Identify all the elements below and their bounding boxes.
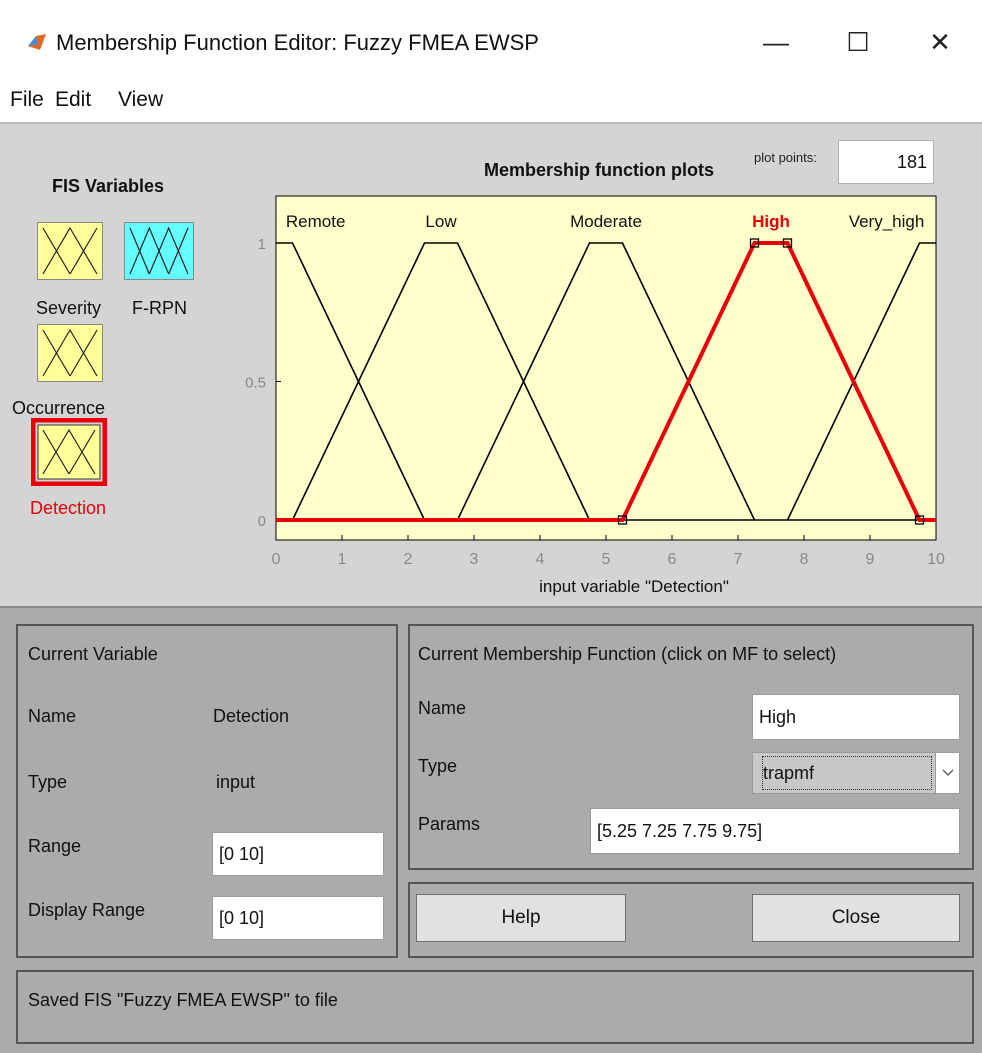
y-tick-label: 1 [258,236,266,253]
display-range-label: Display Range [28,900,146,920]
x-tick-label: 7 [734,551,743,568]
mf-type-label: Type [418,756,458,776]
close-button[interactable]: Close [752,894,960,942]
dropdown-arrow-button[interactable] [935,753,959,793]
variable-name-label: Name [28,706,77,726]
mf-label-very-high: Very_high [849,212,925,231]
variable-name-value: Detection [213,706,290,726]
mf-name-input[interactable]: High [752,694,960,740]
plot-area [275,195,937,541]
variable-type-label: Type [28,772,68,792]
variable-type-value: input [216,772,256,792]
x-tick-label: 10 [927,551,945,568]
x-tick-label: 2 [404,551,413,568]
mf-name-label: Name [418,698,467,718]
mf-type-select[interactable]: trapmf [752,752,960,794]
current-mf-title: Current Membership Function (click on MF… [418,644,837,664]
x-tick-label: 3 [470,551,479,568]
display-range-input[interactable]: [0 10] [212,896,384,940]
status-text: Saved FIS "Fuzzy FMEA EWSP" to file [28,990,338,1010]
x-axis-label: input variable "Detection" [539,577,729,596]
help-button[interactable]: Help [416,894,626,942]
membership-function-plot[interactable]: 00.510 1 2 3 4 5 6 7 8 9 10input variable "Detecti… [0,0,982,606]
chevron-down-icon [942,769,953,776]
mf-params-label: Params [418,814,481,834]
range-input[interactable]: [0 10] [212,832,384,876]
x-tick-label: 1 [338,551,347,568]
x-tick-label: 5 [602,551,611,568]
y-tick-label: 0 [258,513,266,530]
current-variable-title: Current Variable [28,644,158,664]
x-tick-label: 0 [272,551,281,568]
y-tick-label: 0.5 [245,375,266,392]
mf-params-input[interactable]: [5.25 7.25 7.75 9.75] [590,808,960,854]
x-tick-label: 6 [668,551,677,568]
x-tick-label: 9 [866,551,875,568]
x-tick-label: 4 [536,551,545,568]
mf-type-value: trapmf [761,755,933,791]
x-tick-label: 8 [800,551,809,568]
mf-label-low: Low [425,212,457,231]
mf-label-high: High [752,212,790,231]
mf-label-moderate: Moderate [570,212,642,231]
mf-label-remote: Remote [286,212,346,231]
range-label: Range [28,836,82,856]
